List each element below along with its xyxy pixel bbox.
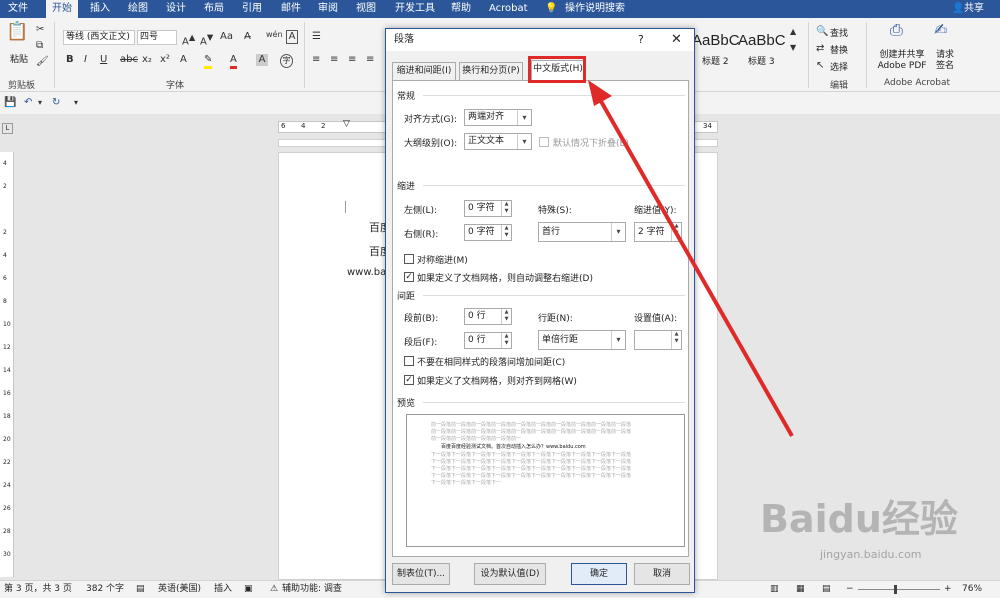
arrow-shaft bbox=[596, 95, 794, 437]
arrow-head bbox=[588, 80, 612, 106]
word-window: 文件 开始 插入 绘图 设计 布局 引用 邮件 审阅 视图 开发工具 帮助 Ac… bbox=[0, 0, 1000, 598]
watermark-url: jingyan.baidu.com bbox=[820, 548, 922, 561]
baidu-watermark: Baidu经验 bbox=[760, 497, 958, 541]
